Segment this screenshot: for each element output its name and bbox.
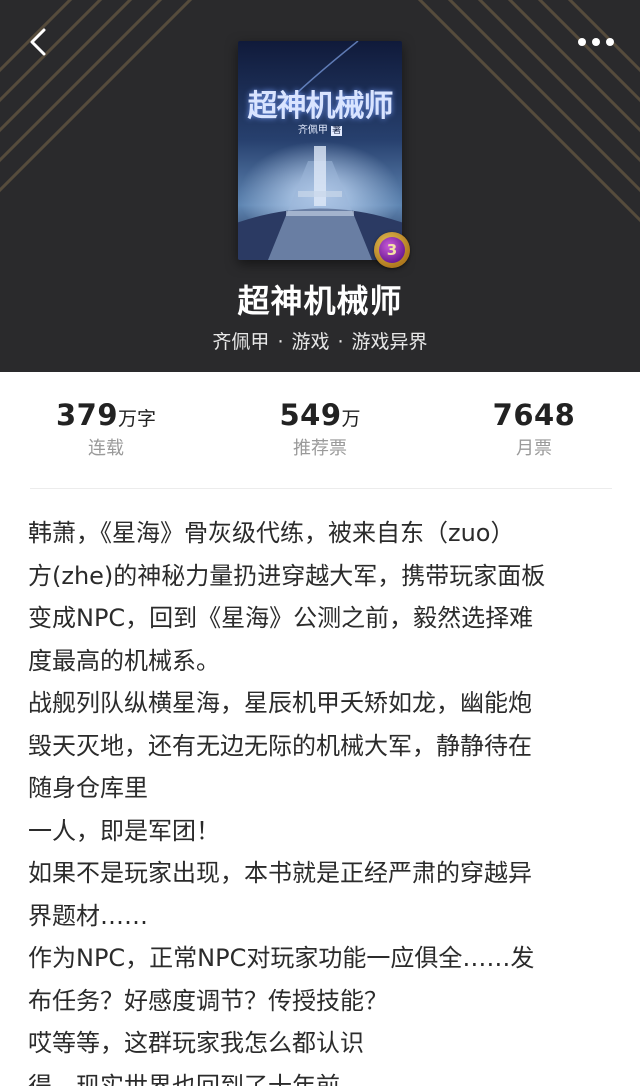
meta-separator: · — [277, 331, 284, 353]
stat-word-count: 379万字 连载 — [6, 398, 206, 460]
book-cover[interactable]: 超神机械师 齐佩甲 著 — [238, 41, 402, 260]
book-header: 超神机械师 齐佩甲 著 3 超神机械师 齐佩甲 · 游戏 · 游戏异界 — [0, 0, 640, 372]
meta-separator: · — [337, 331, 344, 353]
stat-unit: 万 — [341, 408, 361, 430]
cover-author: 齐佩甲 著 — [297, 125, 343, 136]
back-button[interactable] — [22, 24, 58, 60]
book-cover-art — [238, 41, 402, 260]
stat-monthly-votes[interactable]: 7648 月票 — [434, 398, 634, 460]
description-line: 作为NPC，正常NPC对玩家功能一应俱全……发 — [28, 944, 535, 972]
description-line: 韩萧，《星海》骨灰级代练，被来自东（zuo） — [28, 519, 515, 547]
book-description[interactable]: 韩萧，《星海》骨灰级代练，被来自东（zuo） 方(zhe)的神秘力量扔进穿越大军… — [28, 512, 614, 1086]
subcategory-link[interactable]: 游戏异界 — [352, 331, 428, 353]
description-line: 度最高的机械系。 — [28, 646, 220, 675]
stat-number: 379 — [55, 398, 119, 432]
level-badge: 3 — [374, 232, 410, 268]
description-line: 随身仓库里 — [28, 774, 148, 802]
category-link[interactable]: 游戏 — [291, 331, 329, 353]
stat-label: 推荐票 — [293, 438, 347, 459]
description-line: 战舰列队纵横星海，星辰机甲夭矫如龙，幽能炮 — [28, 689, 532, 717]
description-line: 变成NPC，回到《星海》公测之前，毅然选择难 — [28, 604, 534, 632]
description-line: 得，现实世界也回到了十年前。 — [28, 1071, 364, 1086]
description-line: 布任务？好感度调节？传授技能？ — [28, 986, 388, 1015]
description-line: 如果不是玩家出现，本书就是正经严肃的穿越异 — [28, 859, 532, 887]
book-stats: 379万字 连载 549万 推荐票 7648 月票 — [0, 372, 640, 490]
stat-label: 连载 — [88, 438, 124, 459]
description-line: 界题材…… — [28, 901, 148, 930]
description-line: 哎等等，这群玩家我怎么都认识 — [28, 1029, 364, 1057]
stat-unit: 万字 — [118, 408, 157, 430]
description-line: 方(zhe)的神秘力量扔进穿越大军，携带玩家面板 — [28, 561, 546, 590]
back-arrow-icon — [30, 28, 46, 56]
description-line: 一人，即是军团！ — [28, 816, 220, 845]
stat-recommend-votes[interactable]: 549万 推荐票 — [220, 398, 420, 460]
cover-title: 超神机械师 — [247, 89, 394, 124]
book-title: 超神机械师 — [237, 282, 403, 320]
author-link[interactable]: 齐佩甲 — [212, 331, 269, 353]
description-line: 毁天灭地，还有无边无际的机械大军，静静待在 — [28, 731, 532, 760]
book-meta: 齐佩甲 · 游戏 · 游戏异界 — [0, 327, 640, 354]
stat-label: 月票 — [516, 438, 552, 459]
more-button[interactable] — [574, 24, 618, 60]
stat-number: 549 — [279, 398, 342, 432]
more-dots-icon — [578, 38, 614, 46]
divider — [30, 488, 612, 489]
stat-number: 7648 — [492, 398, 576, 432]
